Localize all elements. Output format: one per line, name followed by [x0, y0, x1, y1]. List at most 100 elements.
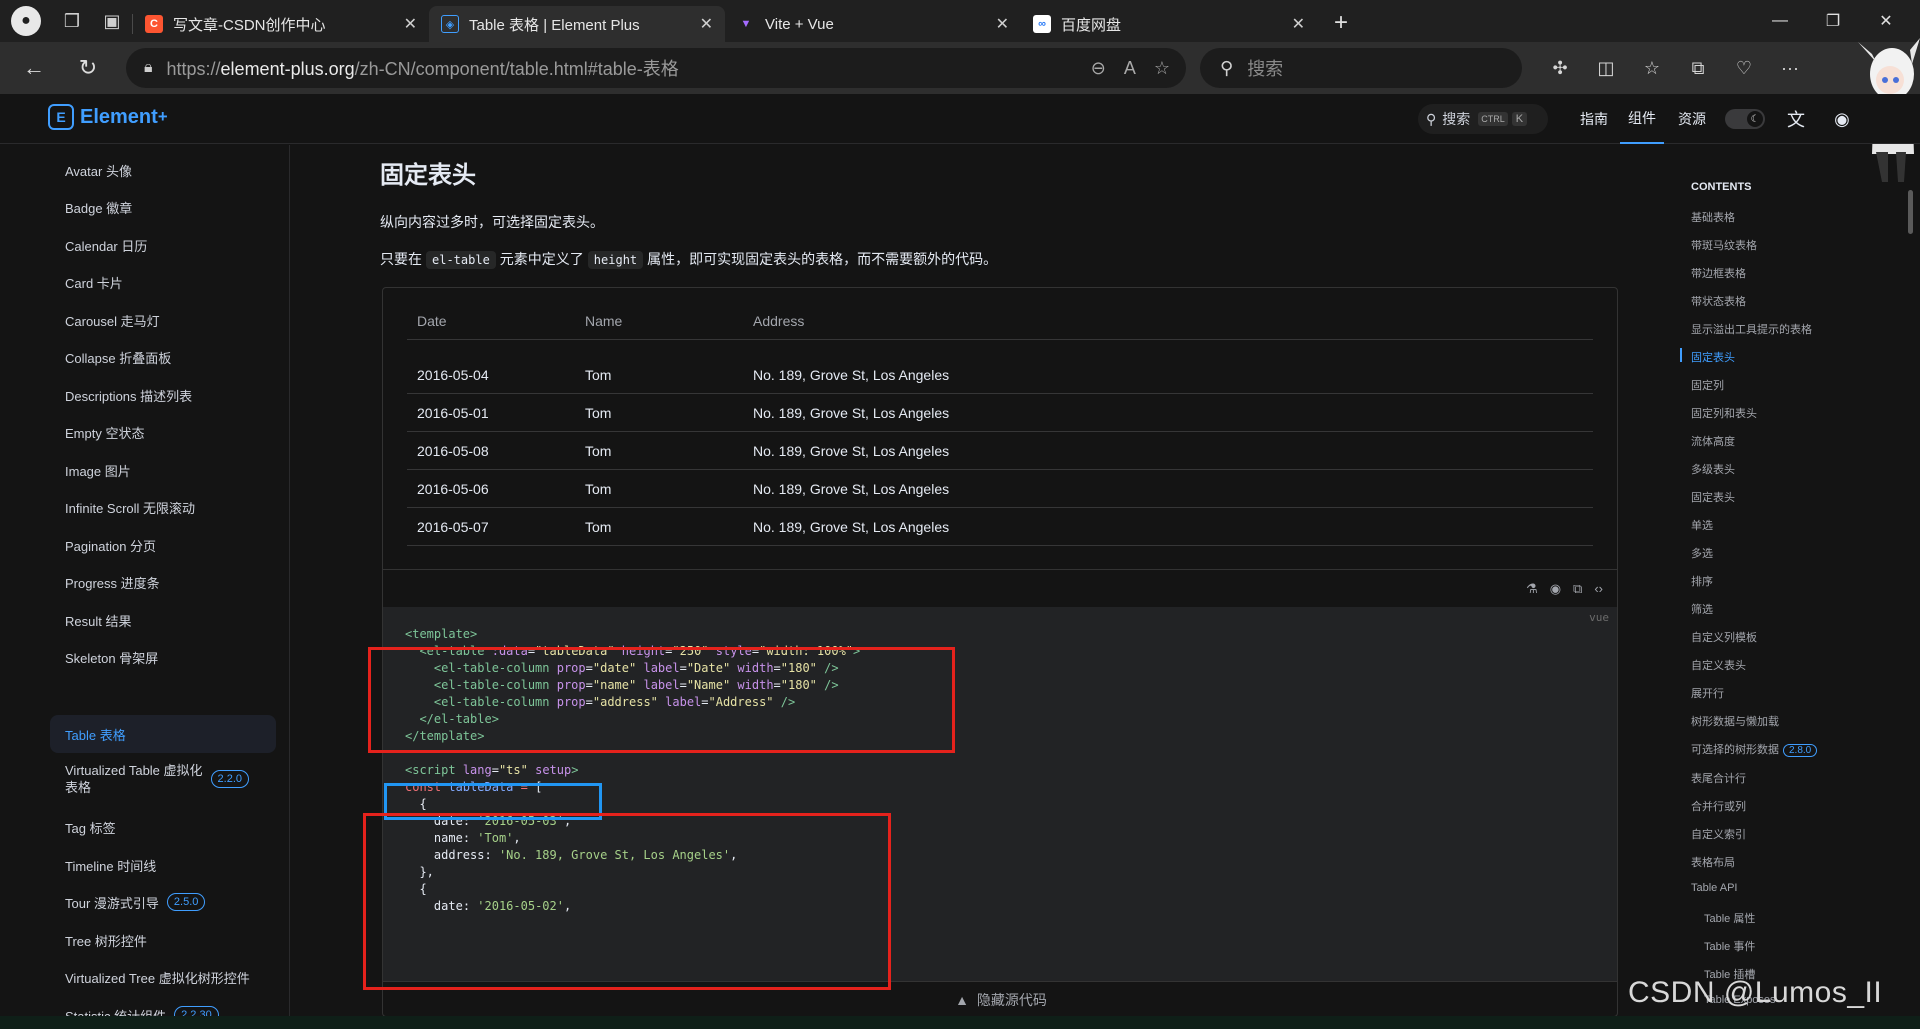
- component-sidebar: Avatar 头像 Badge 徽章 Calendar 日历 Card 卡片 C…: [0, 145, 290, 1029]
- sidebar-item-collapse[interactable]: Collapse 折叠面板: [50, 338, 276, 376]
- sidebar-item-calendar[interactable]: Calendar 日历: [50, 226, 276, 264]
- favorite-star-icon[interactable]: ☆: [1154, 58, 1170, 79]
- toc-item[interactable]: 带边框表格: [1691, 265, 1746, 281]
- sidebar-item-skeleton[interactable]: Skeleton 骨架屏: [50, 638, 276, 676]
- toc-item[interactable]: 展开行: [1691, 685, 1724, 701]
- toc-subitem[interactable]: Table 事件: [1704, 938, 1755, 954]
- github-edit-icon[interactable]: ◉: [1550, 581, 1561, 597]
- read-aloud-icon[interactable]: A: [1124, 58, 1136, 79]
- sidebar-item-descriptions[interactable]: Descriptions 描述列表: [50, 376, 276, 414]
- toc-item[interactable]: 固定表头: [1691, 489, 1735, 505]
- split-screen-icon[interactable]: ◫: [1586, 48, 1626, 88]
- profile-button[interactable]: ●: [0, 0, 52, 42]
- sidebar-item-virtualized-tree[interactable]: Virtualized Tree 虚拟化树形控件: [50, 958, 276, 996]
- toc-item[interactable]: 排序: [1691, 573, 1713, 589]
- browser-tab-vite[interactable]: ▼ Vite + Vue ✕: [725, 6, 1021, 42]
- sidebar-item-carousel[interactable]: Carousel 走马灯: [50, 301, 276, 339]
- close-tab-icon[interactable]: ✕: [700, 14, 713, 34]
- back-button[interactable]: ←: [12, 46, 56, 90]
- sidebar-item-badge[interactable]: Badge 徽章: [50, 188, 276, 226]
- code-line: <script lang="ts" setup>: [405, 763, 579, 777]
- address-bar[interactable]: 🔒︎ https://element-plus.org/zh-CN/compon…: [126, 48, 1186, 88]
- tab-actions-icon[interactable]: ▣: [92, 0, 132, 42]
- site-search-button[interactable]: ⚲ 搜索 CTRL K: [1418, 104, 1548, 134]
- toggle-source-icon[interactable]: ‹›: [1594, 581, 1603, 596]
- browser-tab-csdn[interactable]: C 写文章-CSDN创作中心 ✕: [133, 6, 429, 42]
- sidebar-item-card[interactable]: Card 卡片: [50, 263, 276, 301]
- toc-item[interactable]: 固定列和表头: [1691, 405, 1757, 421]
- profile-avatar-icon: ●: [11, 6, 41, 36]
- zoom-icon[interactable]: ⊖: [1091, 58, 1106, 79]
- sidebar-item-image[interactable]: Image 图片: [50, 451, 276, 489]
- collections-icon[interactable]: ❒: [52, 0, 92, 42]
- toc-item-active[interactable]: 固定表头: [1691, 349, 1735, 365]
- sidebar-item-tree[interactable]: Tree 树形控件: [50, 921, 276, 959]
- toc-item[interactable]: 带状态表格: [1691, 293, 1746, 309]
- page-scrollbar[interactable]: [1908, 190, 1913, 234]
- close-tab-icon[interactable]: ✕: [996, 14, 1009, 34]
- browser-search-box[interactable]: ⚲ 搜索: [1200, 48, 1522, 88]
- browser-essentials-icon[interactable]: ♡: [1724, 48, 1764, 88]
- sidebar-item-timeline[interactable]: Timeline 时间线: [50, 846, 276, 884]
- browser-tab-element-plus[interactable]: ◈ Table 表格 | Element Plus ✕: [429, 6, 725, 42]
- toc-item[interactable]: 流体高度: [1691, 433, 1735, 449]
- extensions-icon[interactable]: ✣: [1540, 48, 1580, 88]
- nav-components[interactable]: 组件: [1620, 94, 1664, 144]
- sidebar-item-tag[interactable]: Tag 标签: [50, 808, 276, 846]
- favorites-icon[interactable]: ☆: [1632, 48, 1672, 88]
- toc-item[interactable]: 基础表格: [1691, 209, 1735, 225]
- toc-item[interactable]: 多选: [1691, 545, 1713, 561]
- toc-item[interactable]: Table API: [1691, 882, 1737, 894]
- sidebar-item-result[interactable]: Result 结果: [50, 601, 276, 639]
- sidebar-item-infinite-scroll[interactable]: Infinite Scroll 无限滚动: [50, 488, 276, 526]
- toc-item[interactable]: 显示溢出工具提示的表格: [1691, 321, 1812, 337]
- copy-code-icon[interactable]: ⧉: [1573, 581, 1582, 597]
- sidebar-item-label: Card 卡片: [65, 275, 123, 291]
- toc-item[interactable]: 筛选: [1691, 601, 1713, 617]
- sidebar-item-table[interactable]: Table 表格: [50, 715, 276, 753]
- element-favicon-icon: ◈: [441, 15, 459, 33]
- sidebar-item-label: Result 结果: [65, 613, 132, 629]
- sidebar-item-empty[interactable]: Empty 空状态: [50, 413, 276, 451]
- header-address: Address: [753, 313, 805, 329]
- new-tab-button[interactable]: +: [1323, 5, 1359, 41]
- toc-item[interactable]: 表尾合计行: [1691, 770, 1746, 786]
- url-prefix: https://: [166, 59, 221, 79]
- toc-item[interactable]: 单选: [1691, 517, 1713, 533]
- collections-icon[interactable]: ⧉: [1678, 48, 1718, 88]
- browser-tab-baidu[interactable]: ∞ 百度网盘 ✕: [1021, 6, 1317, 42]
- minimize-button[interactable]: —: [1750, 0, 1810, 42]
- sidebar-item-label: Image 图片: [65, 463, 131, 479]
- sidebar-item-tour[interactable]: Tour 漫游式引导 2.5.0: [50, 883, 276, 921]
- toc-item[interactable]: 自定义列模板: [1691, 629, 1757, 645]
- toc-subitem[interactable]: Table 属性: [1704, 910, 1755, 926]
- toc-item[interactable]: 可选择的树形数据 2.8.0: [1691, 741, 1818, 757]
- browser-tab-strip: ● ❒ ▣ C 写文章-CSDN创作中心 ✕ ◈ Table 表格 | Elem…: [0, 0, 1920, 42]
- address-toolbar: ← ↻ 🔒︎ https://element-plus.org/zh-CN/co…: [0, 42, 1920, 94]
- toc-item[interactable]: 带斑马纹表格: [1691, 237, 1757, 253]
- sidebar-item-pagination[interactable]: Pagination 分页: [50, 526, 276, 564]
- element-plus-logo[interactable]: E Element +: [48, 104, 168, 130]
- language-icon[interactable]: 文: [1783, 106, 1809, 132]
- toc-item[interactable]: 自定义索引: [1691, 826, 1746, 842]
- close-tab-icon[interactable]: ✕: [404, 14, 417, 34]
- refresh-button[interactable]: ↻: [66, 46, 110, 90]
- toc-item[interactable]: 多级表头: [1691, 461, 1735, 477]
- section-title: 固定表头: [380, 162, 476, 189]
- nav-resources[interactable]: 资源: [1678, 94, 1706, 144]
- toc-item[interactable]: 合并行或列: [1691, 798, 1746, 814]
- sidebar-item-label: Skeleton 骨架屏: [65, 650, 159, 666]
- more-menu-icon[interactable]: ···: [1770, 48, 1810, 88]
- github-icon[interactable]: ◉: [1829, 106, 1855, 132]
- theme-toggle[interactable]: ☾: [1725, 109, 1765, 129]
- nav-guide[interactable]: 指南: [1580, 94, 1608, 144]
- playground-icon[interactable]: ⚗: [1526, 581, 1538, 597]
- toc-item[interactable]: 树形数据与懒加载: [1691, 713, 1779, 729]
- toc-item[interactable]: 自定义表头: [1691, 657, 1746, 673]
- sidebar-item-virtualized-table[interactable]: Virtualized Table 虚拟化 表格 2.2.0: [50, 757, 276, 801]
- sidebar-item-progress[interactable]: Progress 进度条: [50, 563, 276, 601]
- sidebar-item-avatar[interactable]: Avatar 头像: [50, 151, 276, 189]
- toc-item[interactable]: 固定列: [1691, 377, 1724, 393]
- toc-item[interactable]: 表格布局: [1691, 854, 1735, 870]
- close-tab-icon[interactable]: ✕: [1292, 14, 1305, 34]
